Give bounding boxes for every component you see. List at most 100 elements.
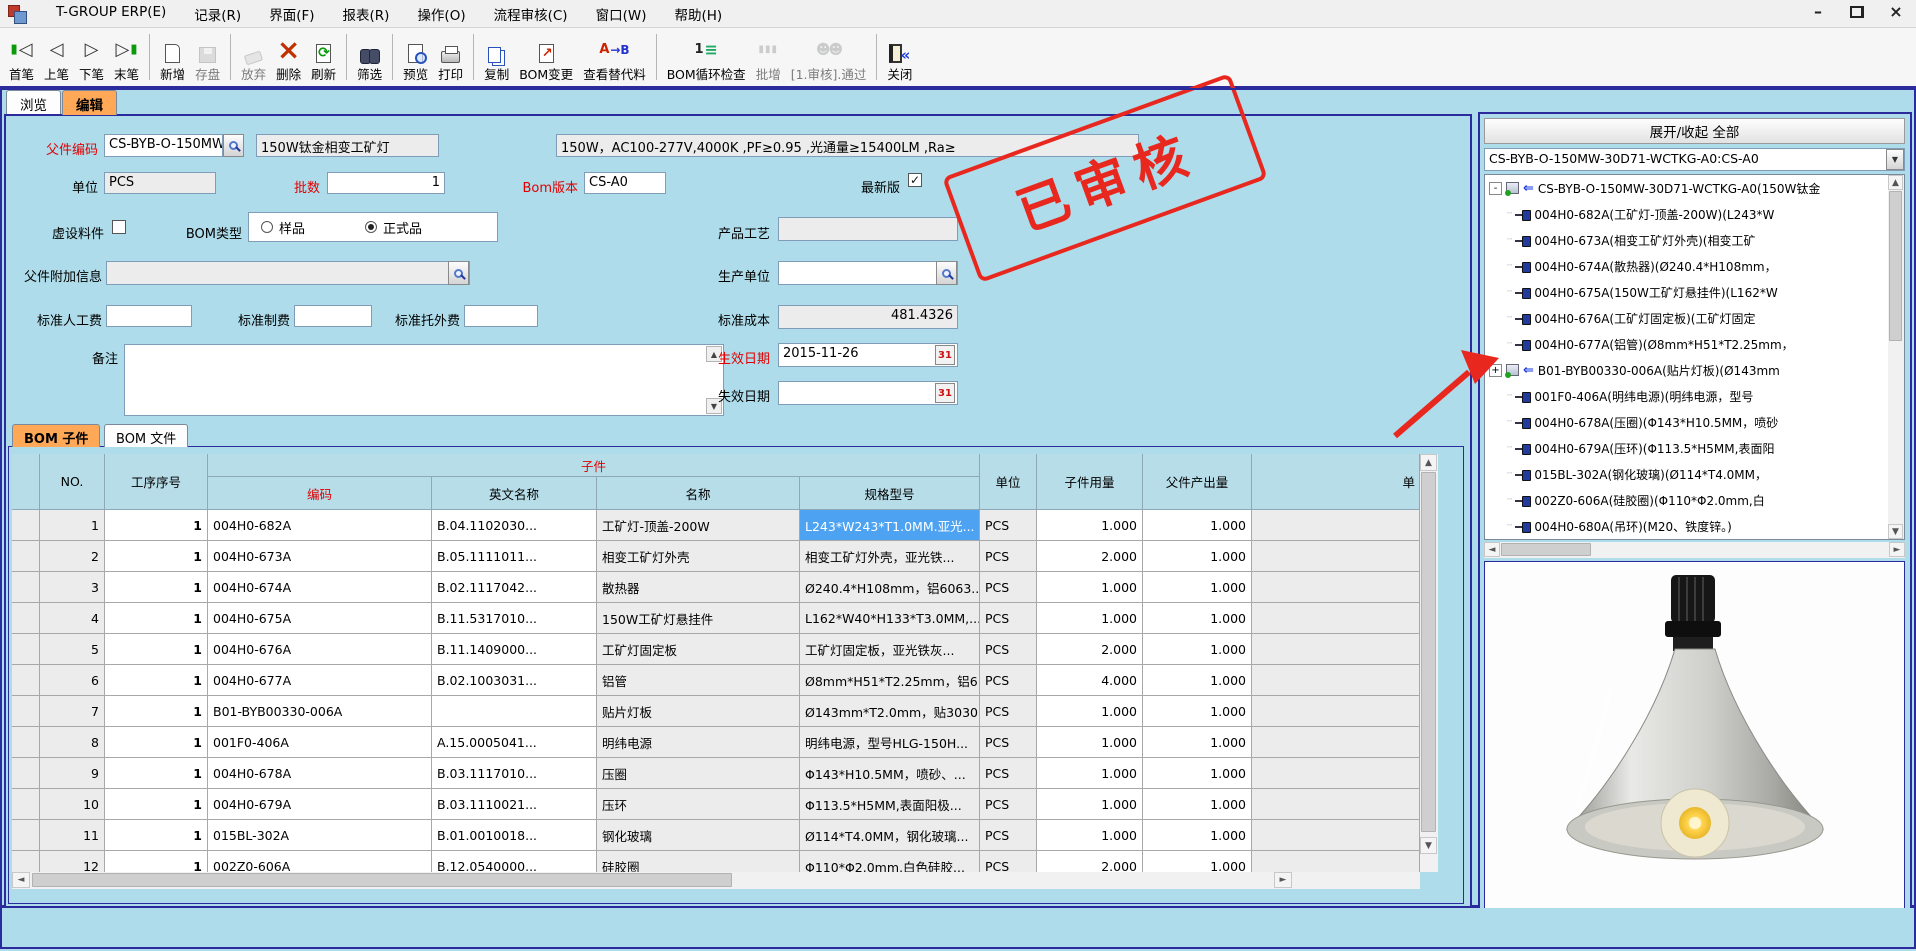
cell-pqty[interactable]: 1.000 [1143, 510, 1252, 541]
scrollbar-thumb[interactable] [32, 873, 732, 887]
toolbar-bom-loop-button[interactable]: BOM循环检查 [662, 30, 751, 84]
col-header-proc[interactable]: 工序序号 [105, 454, 208, 510]
cell-name[interactable]: 钢化玻璃 [597, 820, 800, 851]
cell-sel[interactable] [12, 665, 40, 696]
tree-node[interactable]: ┈004H0-679A(压环)(Φ113.5*H5MM,表面阳 [1485, 435, 1904, 461]
scroll-up-icon[interactable]: ▲ [1888, 175, 1903, 190]
col-header-code[interactable]: 编码 [208, 477, 432, 510]
col-header-sel[interactable] [12, 454, 40, 510]
scroll-down-icon[interactable]: ▼ [1420, 837, 1437, 854]
cell-qty[interactable]: 1.000 [1037, 603, 1143, 634]
virtual-part-checkbox[interactable] [112, 220, 126, 234]
col-header-eng[interactable]: 英文名称 [432, 477, 597, 510]
menu-item[interactable]: 报表(R) [329, 0, 404, 28]
parent-code-lookup-button[interactable] [223, 134, 244, 157]
cell-qty[interactable]: 1.000 [1037, 820, 1143, 851]
tree-vscrollbar[interactable]: ▲ ▼ [1888, 175, 1904, 539]
cell-eng[interactable]: A.15.0005041... [432, 727, 597, 758]
tree-node[interactable]: ┈004H0-678A(压圈)(Φ143*H10.5MM，喷砂 [1485, 409, 1904, 435]
toolbar-nav-prev-button[interactable]: 上笔 [39, 30, 74, 84]
cell-eng[interactable]: B.02.1117042... [432, 572, 597, 603]
cell-unit[interactable]: PCS [980, 727, 1037, 758]
toolbar-nav-last-button[interactable]: 末笔 [109, 30, 144, 84]
chevron-down-icon[interactable]: ▼ [1886, 149, 1904, 170]
cell-sel[interactable] [12, 820, 40, 851]
cell-sel[interactable] [12, 603, 40, 634]
toolbar-copy-button[interactable]: 复制 [479, 30, 514, 84]
cell-unit[interactable]: PCS [980, 696, 1037, 727]
restore-icon[interactable] [1850, 6, 1864, 18]
tab-edit[interactable]: 编辑 [62, 90, 117, 115]
tree-node[interactable]: ┈004H0-680A(吊环)(M20、铁度锌。) [1485, 513, 1904, 539]
tree-hscrollbar[interactable]: ◄ ► [1484, 542, 1905, 558]
cell-proc[interactable]: 1 [105, 603, 208, 634]
cell-qty[interactable]: 2.000 [1037, 634, 1143, 665]
toolbar-nav-next-button[interactable]: 下笔 [74, 30, 109, 84]
cell-code[interactable]: 004H0-682A [208, 510, 432, 541]
calendar-icon[interactable]: 31 [935, 345, 955, 365]
cell-pqty[interactable]: 1.000 [1143, 603, 1252, 634]
cell-name[interactable]: 压环 [597, 789, 800, 820]
cell-extra[interactable] [1252, 727, 1420, 758]
tree-node[interactable]: ┈004H0-675A(150W工矿灯悬挂件)(L162*W [1485, 279, 1904, 305]
cell-extra[interactable] [1252, 820, 1420, 851]
cell-no[interactable]: 9 [40, 758, 105, 789]
batch-input[interactable]: 1 [327, 172, 445, 194]
tree-node[interactable]: ┈002Z0-606A(硅胶圈)(Φ110*Φ2.0mm,白 [1485, 487, 1904, 513]
cell-extra[interactable] [1252, 758, 1420, 789]
menu-item[interactable]: 流程审核(C) [480, 0, 582, 28]
scroll-down-icon[interactable]: ▼ [1888, 524, 1903, 539]
toolbar-refresh-button[interactable]: 刷新 [306, 30, 341, 84]
cell-spec[interactable]: Φ113.5*H5MM,表面阳极... [800, 789, 980, 820]
cell-code[interactable]: 001F0-406A [208, 727, 432, 758]
expand-collapse-all-button[interactable]: 展开/收起 全部 [1484, 118, 1905, 144]
cell-unit[interactable]: PCS [980, 603, 1037, 634]
menu-item[interactable]: 操作(O) [403, 0, 479, 28]
cell-qty[interactable]: 1.000 [1037, 727, 1143, 758]
cell-qty[interactable]: 2.000 [1037, 541, 1143, 572]
cell-pqty[interactable]: 1.000 [1143, 634, 1252, 665]
cell-spec[interactable]: Ø240.4*H108mm，铝6063... [800, 572, 980, 603]
col-header-spec[interactable]: 规格型号 [800, 477, 980, 510]
cell-pqty[interactable]: 1.000 [1143, 820, 1252, 851]
tree-node-root[interactable]: -⇐CS-BYB-O-150MW-30D71-WCTKG-A0(150W钛金 [1485, 175, 1904, 201]
cell-no[interactable]: 2 [40, 541, 105, 572]
toolbar-close-door-button[interactable]: 关闭 [882, 30, 917, 84]
cell-proc[interactable]: 1 [105, 572, 208, 603]
table-vscrollbar[interactable]: ▲ ▼ [1420, 454, 1438, 872]
cell-extra[interactable] [1252, 634, 1420, 665]
cell-name[interactable]: 工矿灯固定板 [597, 634, 800, 665]
close-icon[interactable]: × [1886, 2, 1906, 21]
cell-spec[interactable]: 明纬电源，型号HLG-150H... [800, 727, 980, 758]
cell-code[interactable]: 004H0-675A [208, 603, 432, 634]
cell-eng[interactable]: B.11.1409000... [432, 634, 597, 665]
cell-name[interactable]: 工矿灯-顶盖-200W [597, 510, 800, 541]
cell-spec[interactable]: L162*W40*H133*T3.0MM,... [800, 603, 980, 634]
cell-extra[interactable] [1252, 851, 1420, 872]
toolbar-filter-button[interactable]: 筛选 [352, 30, 387, 84]
tree-node[interactable]: +⇐B01-BYB00330-006A(贴片灯板)(Ø143mm [1485, 357, 1904, 383]
latest-version-checkbox[interactable]: ✓ [908, 173, 922, 187]
cell-sel[interactable] [12, 541, 40, 572]
menu-item[interactable]: T-GROUP ERP(E) [42, 0, 180, 28]
cell-qty[interactable]: 1.000 [1037, 510, 1143, 541]
cell-name[interactable]: 硅胶圈 [597, 851, 800, 872]
scrollbar-thumb[interactable] [1421, 472, 1436, 832]
cell-qty[interactable]: 1.000 [1037, 758, 1143, 789]
parent-code-input[interactable]: CS-BYB-O-150MW-3 [104, 134, 223, 157]
calendar-icon[interactable]: 31 [935, 383, 955, 403]
minimize-icon[interactable]: – [1808, 2, 1828, 21]
cell-code[interactable]: 004H0-678A [208, 758, 432, 789]
cell-name[interactable]: 相变工矿灯外壳 [597, 541, 800, 572]
cell-pqty[interactable]: 1.000 [1143, 541, 1252, 572]
cell-qty[interactable]: 4.000 [1037, 665, 1143, 696]
scrollbar-thumb[interactable] [1889, 191, 1902, 341]
bom-version-input[interactable]: CS-A0 [584, 172, 666, 194]
cell-no[interactable]: 1 [40, 510, 105, 541]
cell-code[interactable]: B01-BYB00330-006A [208, 696, 432, 727]
cell-no[interactable]: 10 [40, 789, 105, 820]
std-outsource-input[interactable] [464, 305, 538, 327]
col-header-no[interactable]: NO. [40, 454, 105, 510]
cell-eng[interactable]: B.01.0010018... [432, 820, 597, 851]
col-header-pqty[interactable]: 父件产出量 [1143, 454, 1252, 510]
